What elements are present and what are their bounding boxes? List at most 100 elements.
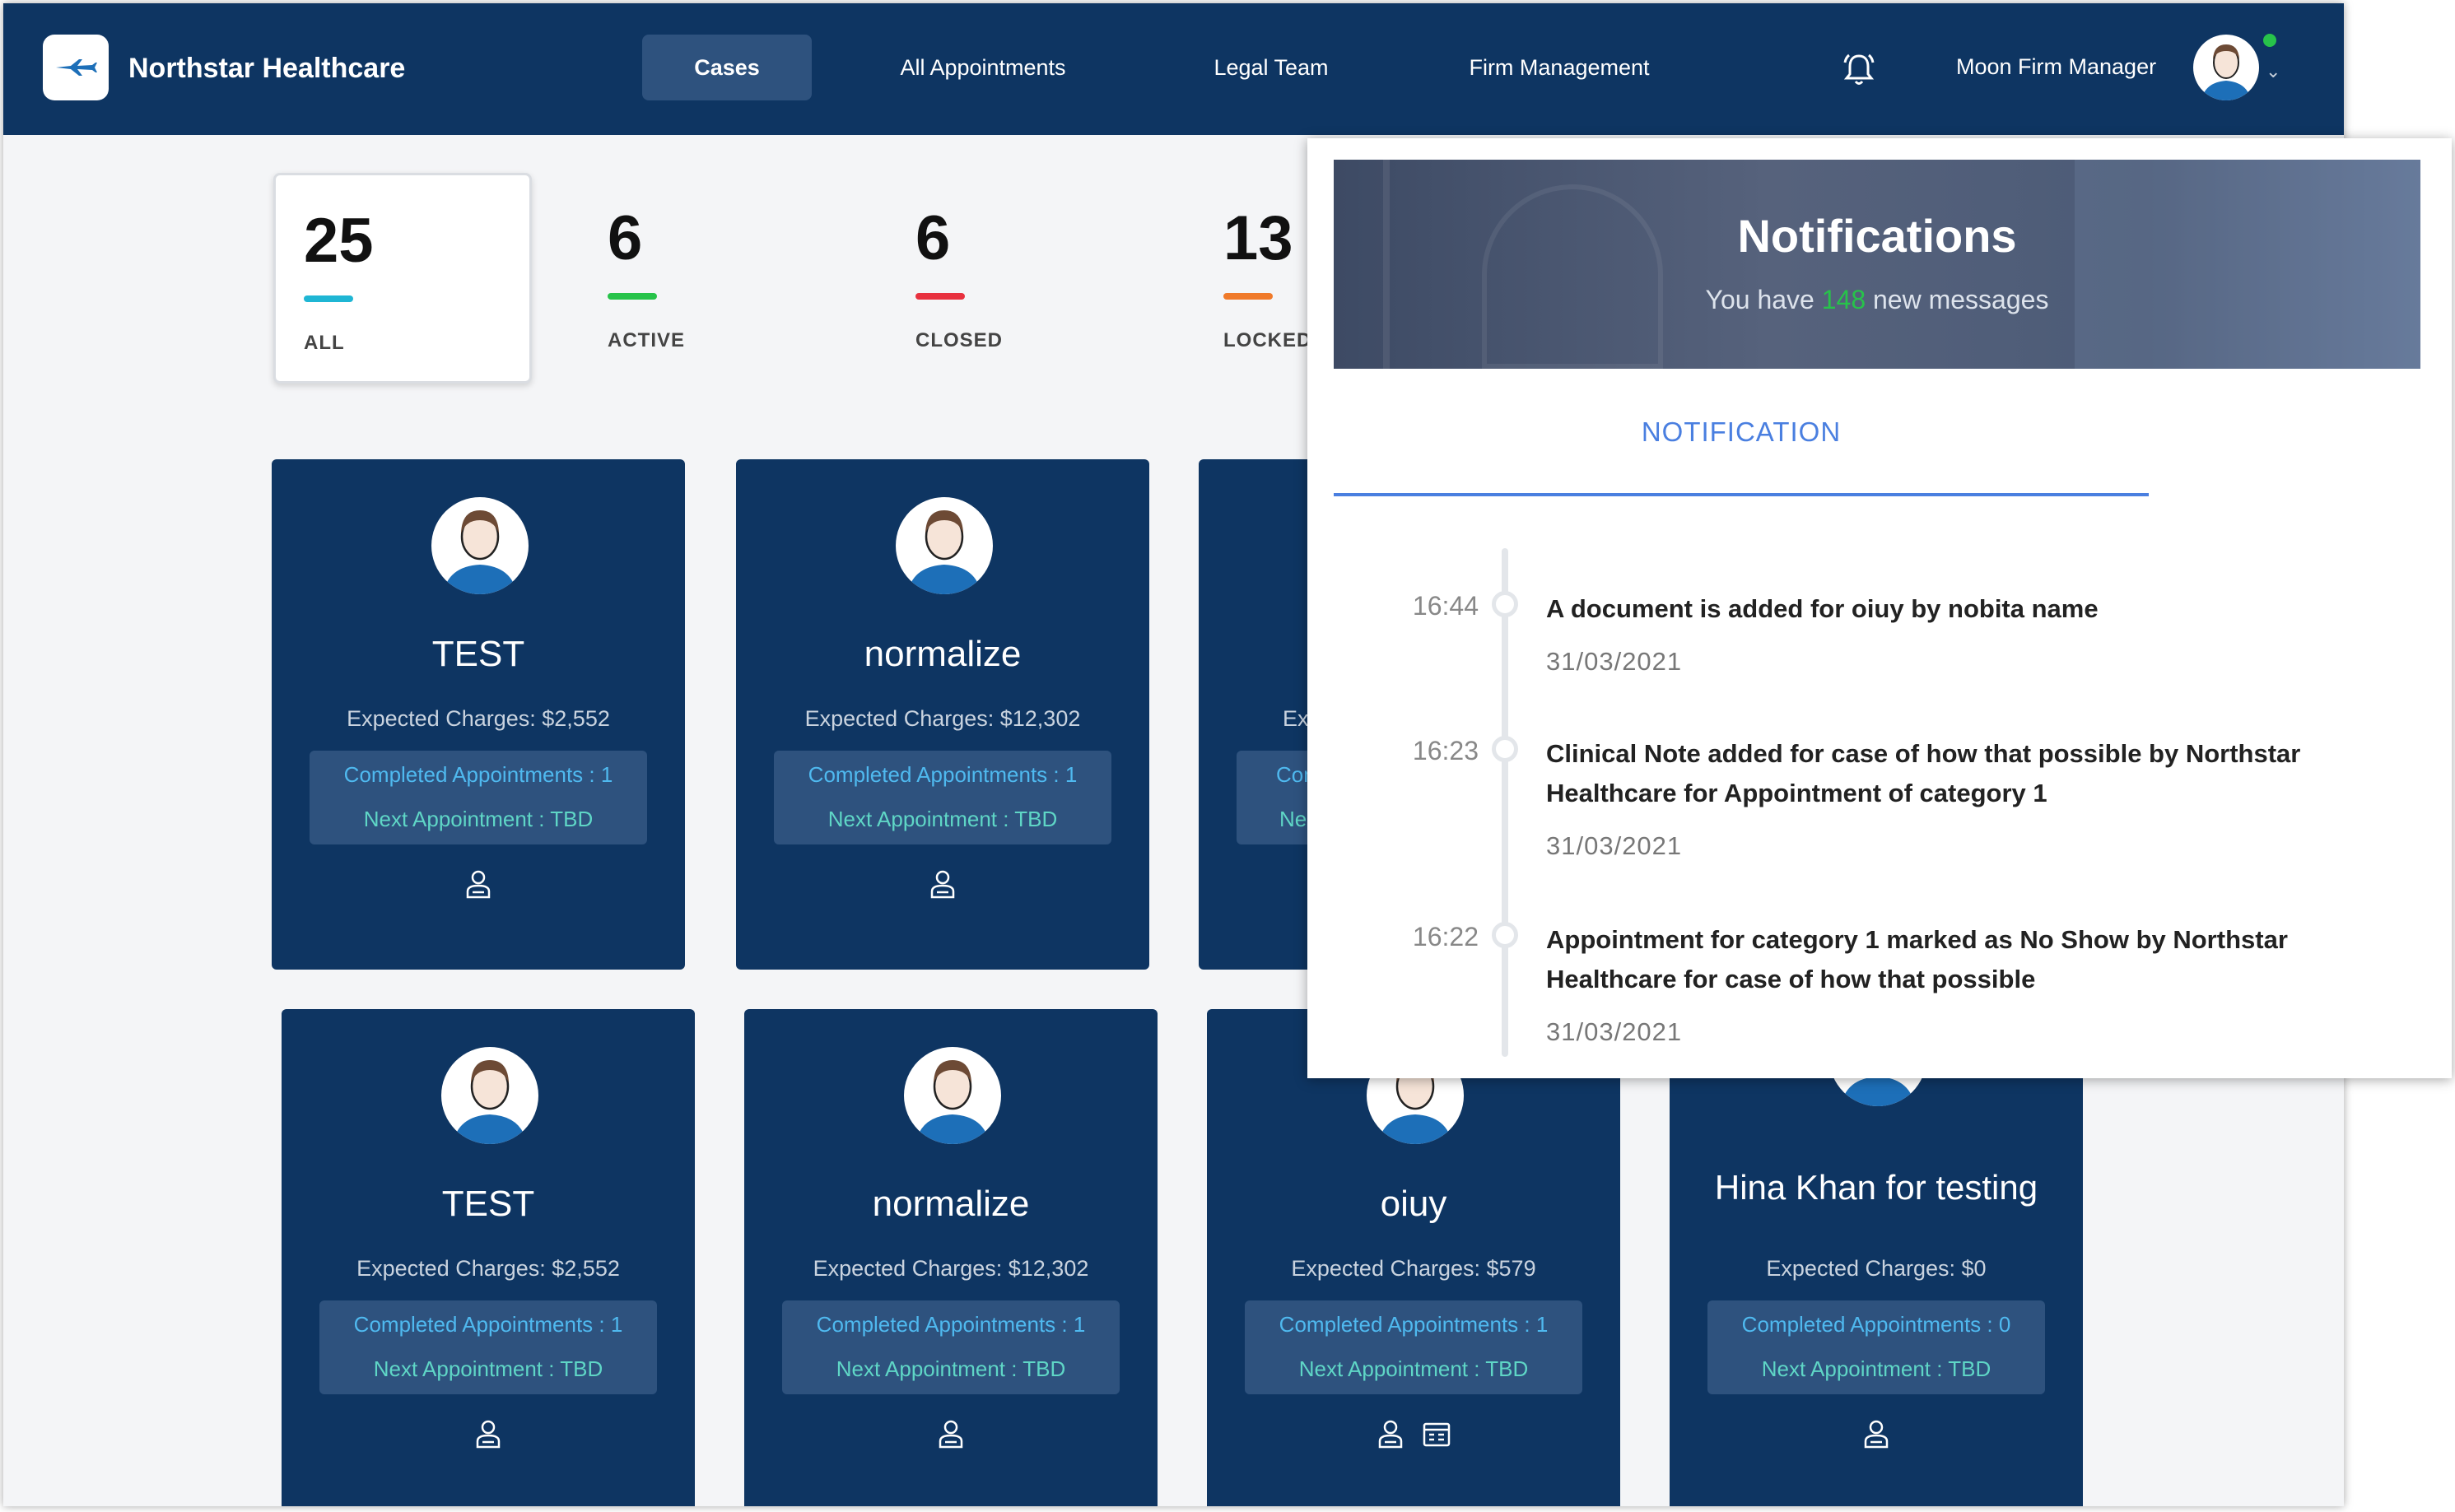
doctor-icon[interactable]: [936, 1419, 966, 1449]
expected-charges: Expected Charges: $579: [1291, 1256, 1536, 1281]
case-title: normalize: [864, 634, 1022, 674]
next-appointment: Next Appointment : TBD: [836, 1356, 1066, 1381]
notification-time: 16:23: [1412, 736, 1479, 765]
tab-underline: [1334, 493, 2149, 496]
notification-title: Notifications: [1737, 210, 2017, 262]
doctor-icon[interactable]: [1861, 1419, 1891, 1449]
case-avatar: [896, 497, 993, 594]
nav-cases[interactable]: Cases: [642, 35, 812, 100]
subtitle-suffix: new messages: [1873, 285, 2049, 314]
message-count: 148: [1821, 285, 1866, 314]
timeline-line: [1502, 548, 1508, 1057]
user-avatar[interactable]: [2193, 35, 2259, 100]
completed-appointments: Completed Appointments : 1: [353, 1312, 623, 1337]
next-appointment: Next Appointment : TBD: [827, 807, 1058, 831]
notification-time: 16:22: [1412, 922, 1479, 951]
expected-charges: Expected Charges: $2,552: [356, 1256, 620, 1281]
person-avatar-icon: [443, 510, 517, 594]
doctor-icon[interactable]: [464, 869, 493, 899]
notification-text[interactable]: Appointment for category 1 marked as No …: [1546, 920, 2369, 999]
nav-legal-team[interactable]: Legal Team: [1181, 35, 1362, 100]
stat-tile-active[interactable]: 6 ACTIVE: [580, 173, 838, 384]
case-card[interactable]: oiuy Expected Charges: $579 Completed Ap…: [1207, 1009, 1620, 1506]
next-appointment: Next Appointment : TBD: [1298, 1356, 1529, 1381]
user-name[interactable]: Moon Firm Manager: [1956, 54, 2156, 80]
person-avatar-icon: [915, 1060, 990, 1144]
tab-notification[interactable]: NOTIFICATION: [1334, 416, 2149, 448]
notification-date: 31/03/2021: [1546, 647, 1683, 676]
notification-text[interactable]: Clinical Note added for case of how that…: [1546, 734, 2369, 813]
bell-icon[interactable]: [1839, 49, 1879, 89]
case-title: Hina Khan for testing: [1714, 1168, 2038, 1207]
doctor-icon[interactable]: [928, 869, 957, 899]
notification-subtitle: You have 148 new messages: [1334, 285, 2420, 315]
brand-logo[interactable]: [43, 35, 109, 100]
banner-decoration: [1383, 160, 1390, 369]
top-nav-bar: Northstar Healthcare Cases All Appointme…: [3, 3, 2344, 135]
expected-charges: Expected Charges: $12,302: [813, 1256, 1089, 1281]
stat-value: 6: [915, 203, 951, 273]
completed-appointments: Completed Appointments : 0: [1741, 1312, 2011, 1337]
stat-label: CLOSED: [915, 329, 1004, 351]
next-appointment: Next Appointment : TBD: [363, 807, 594, 831]
case-card[interactable]: Hina Khan for testing Expected Charges: …: [1670, 1009, 2083, 1506]
expected-charges: Expected Charges: $12,302: [804, 706, 1081, 731]
nav-firm-management[interactable]: Firm Management: [1452, 35, 1666, 100]
appointment-summary: Completed Appointments : 1 Next Appointm…: [319, 1300, 657, 1394]
expected-charges: Expected Charges: $2,552: [347, 706, 610, 731]
case-avatar: [904, 1047, 1001, 1144]
case-card[interactable]: TEST Expected Charges: $2,552 Completed …: [272, 459, 685, 970]
completed-appointments: Completed Appointments : 1: [808, 762, 1078, 787]
doctor-icon[interactable]: [1376, 1419, 1405, 1449]
online-status-dot: [2261, 31, 2279, 49]
case-title: TEST: [431, 634, 525, 674]
case-card[interactable]: normalize Expected Charges: $12,302 Comp…: [744, 1009, 1158, 1506]
notification-date: 31/03/2021: [1546, 831, 1683, 860]
stat-label: ACTIVE: [608, 329, 686, 351]
appointment-summary: Completed Appointments : 0 Next Appointm…: [1707, 1300, 2045, 1394]
stat-label: LOCKED: [1223, 329, 1312, 351]
notification-text[interactable]: A document is added for oiuy by nobita n…: [1546, 589, 2369, 629]
timeline-dot: [1492, 591, 1518, 617]
case-card[interactable]: normalize Expected Charges: $12,302 Comp…: [736, 459, 1149, 970]
plane-logo-icon: [56, 59, 97, 76]
stat-color-bar: [915, 293, 965, 300]
notification-banner: Notifications You have 148 new messages: [1334, 160, 2420, 369]
appointment-summary: Completed Appointments : 1 Next Appointm…: [782, 1300, 1120, 1394]
person-avatar-icon: [907, 510, 981, 594]
next-appointment: Next Appointment : TBD: [373, 1356, 603, 1381]
banner-decoration: [2075, 160, 2420, 369]
stat-label: ALL: [304, 332, 345, 354]
appointment-summary: Completed Appointments : 1 Next Appointm…: [774, 751, 1111, 844]
stat-tile-closed[interactable]: 6 CLOSED: [887, 173, 1146, 384]
brand-name: Northstar Healthcare: [128, 53, 406, 84]
person-avatar-icon: [453, 1060, 527, 1144]
completed-appointments: Completed Appointments : 1: [343, 762, 613, 787]
stat-color-bar: [304, 295, 353, 302]
timeline-dot: [1492, 922, 1518, 948]
nav-all-appointments[interactable]: All Appointments: [876, 35, 1090, 100]
chevron-down-icon[interactable]: ⌄: [2266, 61, 2280, 82]
stat-color-bar: [608, 293, 657, 300]
person-avatar-icon: [2201, 44, 2251, 100]
subtitle-prefix: You have: [1705, 285, 1814, 314]
completed-appointments: Completed Appointments : 1: [1279, 1312, 1549, 1337]
case-title: oiuy: [1380, 1184, 1447, 1224]
stat-color-bar: [1223, 293, 1273, 300]
case-card[interactable]: TEST Expected Charges: $2,552 Completed …: [282, 1009, 695, 1506]
notification-time: 16:44: [1412, 591, 1479, 621]
stat-tile-all[interactable]: 25 ALL: [273, 173, 532, 384]
stat-value: 6: [608, 203, 643, 273]
appointment-summary: Completed Appointments : 1 Next Appointm…: [310, 751, 647, 844]
notification-panel: Notifications You have 148 new messages …: [1307, 138, 2452, 1078]
calendar-icon[interactable]: [1422, 1419, 1451, 1449]
case-title: TEST: [441, 1184, 535, 1224]
appointment-summary: Completed Appointments : 1 Next Appointm…: [1245, 1300, 1582, 1394]
notification-date: 31/03/2021: [1546, 1017, 1683, 1046]
stat-value: 13: [1223, 203, 1293, 273]
case-avatar: [441, 1047, 538, 1144]
case-avatar: [431, 497, 529, 594]
case-title: normalize: [872, 1184, 1030, 1224]
doctor-icon[interactable]: [473, 1419, 503, 1449]
completed-appointments: Completed Appointments : 1: [816, 1312, 1086, 1337]
